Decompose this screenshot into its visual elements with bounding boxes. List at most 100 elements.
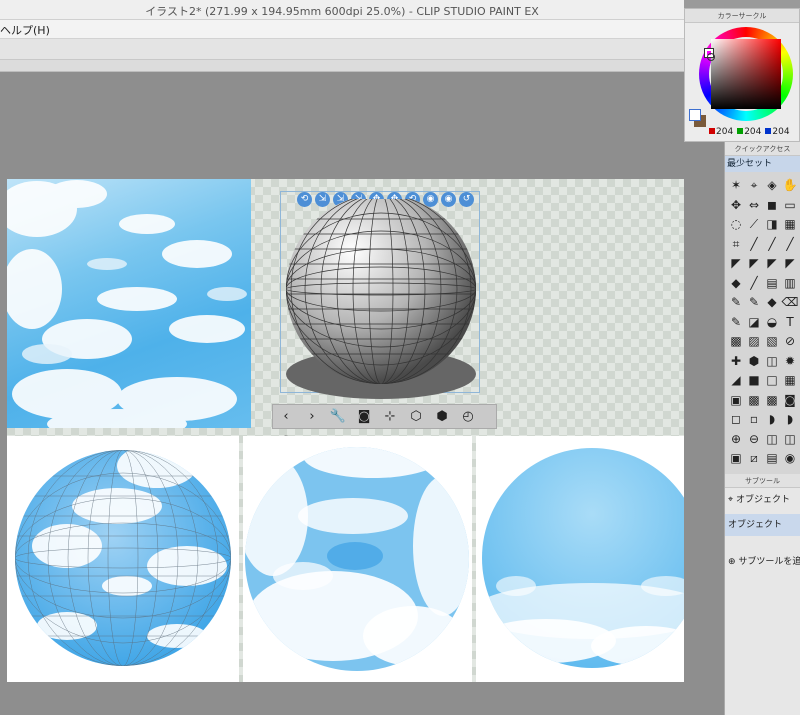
tool-icon[interactable]: ▣ [727,391,745,411]
tool-icon[interactable]: ✎ [745,293,763,313]
tool-icon[interactable]: ╱ [763,235,781,255]
sv-marker[interactable] [707,53,715,61]
tool-icon[interactable]: ▦ [781,215,799,235]
color-circle-title: カラーサークル [685,9,799,23]
tool-icon[interactable]: ✥ [727,196,745,216]
tool-icon[interactable]: ◤ [763,254,781,274]
subtool-panel: サブツール ⌖ オブジェクト オブジェクト ⊕ サブツールを追加す [724,474,800,715]
main-color-swatch[interactable] [689,109,701,121]
quick-access-panel: クイックアクセス 最少セット ✶ ⌖ ◈ ✋ ✥ ⇔ ◼ ▭ ◌ ⟋ ◨ ▦ ⌗ ╱ ╱ ╱ ◤ ◤ ◤ ◤ ◆ ╱ ▤ ▥ ✎… [724,142,800,474]
sub-toolbar [0,60,684,72]
tool-icon[interactable]: ⟋ [745,215,763,235]
menu-help[interactable]: ヘルプ(H) [0,22,50,38]
tool-icon[interactable]: ▨ [745,332,763,352]
tool-icon[interactable]: ◫ [763,352,781,372]
tool-icon[interactable]: ◫ [763,430,781,450]
tool-icon[interactable]: ◻ [727,410,745,430]
tool-icon[interactable]: ▧ [763,332,781,352]
tool-icon[interactable]: ⬢ [745,352,763,372]
tool-icon[interactable]: ╱ [781,235,799,255]
window-title: イラスト2* (271.99 x 194.95mm 600dpi 25.0%) … [145,5,539,18]
subtool-item-object[interactable]: オブジェクト [725,514,800,536]
tool-icon[interactable]: ■ [745,371,763,391]
canvas[interactable]: ⟲⇲⇲⇲✥✥⟲◉◉↺ [7,179,708,682]
rotate-reset-icon[interactable]: ◴ [457,406,479,428]
app-window: イラスト2* (271.99 x 194.95mm 600dpi 25.0%) … [0,0,800,715]
tool-icon[interactable]: ⇔ [745,196,763,216]
fit-icon[interactable]: ⊹ [379,406,401,428]
blue-value: 204 [772,127,790,137]
tool-icon[interactable]: ▭ [781,196,799,216]
tool-icon[interactable]: ⊖ [745,430,763,450]
tool-icon[interactable]: ◆ [727,274,745,294]
tool-icon[interactable]: ◪ [745,313,763,333]
tool-icon[interactable]: ✎ [727,293,745,313]
wrench-icon[interactable]: 🔧 [327,406,349,428]
tool-icon[interactable]: □ [763,371,781,391]
tool-icon[interactable]: ◫ [781,430,799,450]
subtool-title: サブツール [725,474,800,488]
ground-icon[interactable]: ⬡ [405,406,427,428]
tool-icon[interactable]: ◤ [745,254,763,274]
tool-icon[interactable]: ◨ [763,215,781,235]
tool-icon[interactable]: ▤ [763,449,781,469]
color-swatches [689,109,707,137]
subtool-group-object[interactable]: ⌖ オブジェクト [725,490,800,510]
tool-icon[interactable]: ◼ [763,196,781,216]
sphere-panel-grid [7,436,239,682]
saturation-value-square[interactable] [711,39,781,109]
tool-icon[interactable]: ⧄ [745,449,763,469]
tool-icon[interactable]: ◗ [763,410,781,430]
quick-access-title: クイックアクセス [725,142,800,156]
tool-icon[interactable]: ✚ [727,352,745,372]
tool-icon[interactable]: T [781,313,799,333]
tool-icon[interactable]: ⌗ [727,235,745,255]
tool-icon[interactable]: ◢ [727,371,745,391]
sky-texture-image [7,179,251,428]
tool-icon[interactable]: ⊘ [781,332,799,352]
tool-icon[interactable]: ╱ [745,274,763,294]
menu-bar: ヘルプ(H) [0,20,684,38]
tool-icon[interactable]: ◙ [781,391,799,411]
tool-icon[interactable]: ▤ [763,274,781,294]
sky-sphere-clouds [245,447,469,671]
right-dock: カラーサークル 204 204 204 クイックアクセス 最少セット ✶ ⌖ ◈ ✋ ✥ ⇔ ◼… [684,0,800,715]
tool-icon[interactable]: ▣ [727,449,745,469]
object-list-icon[interactable]: ⬢ [431,406,453,428]
tool-icon[interactable]: ▥ [781,274,799,294]
tool-icon[interactable]: ✎ [727,313,745,333]
tool-icon[interactable]: ▩ [763,391,781,411]
tool-icon[interactable]: ⌫ [781,293,799,313]
tool-icon[interactable]: ▩ [727,332,745,352]
dock-gap [684,142,724,715]
tool-icon[interactable]: ◈ [763,176,781,196]
tool-icon[interactable]: ✋ [781,176,799,196]
camera-icon[interactable]: ◙ [353,406,375,428]
tool-icon[interactable]: ◒ [763,313,781,333]
next-icon[interactable]: › [301,406,323,428]
cloud-artwork [7,180,247,428]
sphere-panel-smooth [476,436,708,682]
tool-icon[interactable]: ▫ [745,410,763,430]
tool-icon[interactable]: ▦ [781,371,799,391]
tool-icon[interactable]: ◉ [781,449,799,469]
tool-icon[interactable]: ◗ [781,410,799,430]
tool-icon[interactable]: ╱ [745,235,763,255]
tool-icon[interactable]: ✶ [727,176,745,196]
tool-icon[interactable]: ⌖ [745,176,763,196]
tool-icon[interactable]: ▩ [745,391,763,411]
add-subtool-button[interactable]: ⊕ サブツールを追加す [725,554,800,570]
tool-icon[interactable]: ◤ [781,254,799,274]
tool-icon[interactable]: ✹ [781,352,799,372]
prev-icon[interactable]: ‹ [275,406,297,428]
sky-sphere-wireframe [15,450,231,666]
3d-sphere-object[interactable] [277,199,487,399]
tool-icon[interactable]: ◤ [727,254,745,274]
plus-icon: ⊕ [728,557,739,567]
tool-icon[interactable]: ⊕ [727,430,745,450]
quick-access-set[interactable]: 最少セット [725,156,800,172]
tool-icon[interactable]: ◆ [763,293,781,313]
tool-icon[interactable]: ◌ [727,215,745,235]
sphere-panel-clouds [243,436,472,682]
tool-grid: ✶ ⌖ ◈ ✋ ✥ ⇔ ◼ ▭ ◌ ⟋ ◨ ▦ ⌗ ╱ ╱ ╱ ◤ ◤ ◤ ◤ ◆ ╱ ▤ ▥ ✎ ✎ ◆ ⌫ ✎ ◪ ◒ T ▩ ▨ ▧ ⊘ ✚ ⬢ ◫ ✹… [727,176,799,469]
